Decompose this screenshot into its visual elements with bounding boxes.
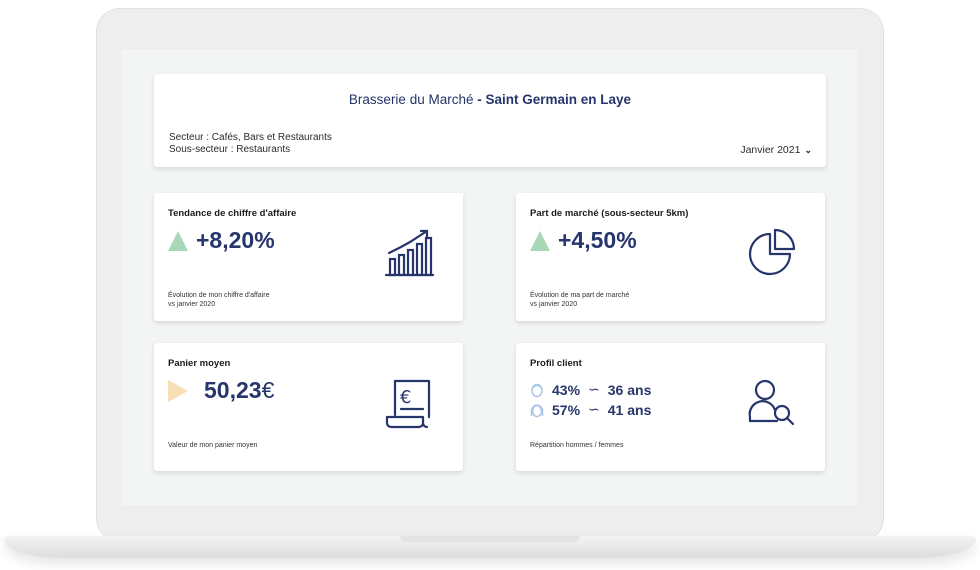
- trend-flat-icon: [168, 379, 188, 402]
- value-text: 50,23€: [204, 377, 274, 404]
- chevron-down-icon: ⌄: [804, 144, 812, 155]
- revenue-trend-card[interactable]: Tendance de chiffre d'affaire +8,20% Évo…: [154, 193, 463, 321]
- pie-chart-icon: [748, 228, 796, 276]
- approx-symbol: ∽: [588, 401, 600, 417]
- card-note: Évolution de mon chiffre d'affaire vs ja…: [168, 291, 269, 309]
- value-text: +4,50%: [558, 227, 637, 253]
- card-title: Tendance de chiffre d'affaire: [168, 208, 297, 219]
- note-line: Évolution de mon chiffre d'affaire: [168, 292, 270, 299]
- venue-location: - Saint Germain en Laye: [477, 92, 632, 107]
- currency-symbol: €: [261, 377, 275, 403]
- women-percentage: 57%: [552, 401, 581, 418]
- user-search-icon: [748, 379, 795, 426]
- profile-row-men: 43% ∽ 36 ans: [530, 381, 651, 398]
- trend-up-icon: [168, 230, 188, 251]
- value-text: +8,20%: [196, 227, 275, 253]
- header-card: Brasserie du Marché - Saint Germain en L…: [154, 74, 826, 167]
- laptop-notch: [400, 536, 580, 542]
- sector-info: Secteur : Cafés, Bars et Restaurants Sou…: [169, 132, 332, 156]
- revenue-trend-value: +8,20%: [168, 227, 275, 254]
- card-note: Valeur de mon panier moyen: [168, 442, 258, 449]
- svg-text:€: €: [400, 387, 411, 408]
- page-title: Brasserie du Marché - Saint Germain en L…: [154, 92, 826, 107]
- average-basket-card[interactable]: Panier moyen 50,23€ Valeur de mon panier…: [154, 343, 463, 471]
- card-title: Panier moyen: [168, 358, 231, 369]
- market-share-value: +4,50%: [530, 227, 637, 254]
- men-age: 36 ans: [607, 381, 652, 398]
- note-line: Évolution de ma part de marché: [530, 292, 630, 299]
- profile-row-women: 57% ∽ 41 ans: [530, 401, 651, 418]
- growth-bar-chart-icon: [384, 229, 435, 277]
- customer-profile-card[interactable]: Profil client 43% ∽ 36 ans 57% ∽ 41 ans …: [516, 343, 825, 471]
- venue-name: Brasserie du Marché: [348, 92, 474, 107]
- note-line: vs janvier 2020: [530, 301, 578, 308]
- card-title: Profil client: [530, 358, 582, 369]
- euro-receipt-icon: €: [385, 379, 431, 429]
- card-note: Évolution de ma part de marché vs janvie…: [530, 291, 629, 309]
- subsector-label: Sous-secteur : Restaurants: [169, 144, 291, 155]
- trend-up-icon: [530, 230, 550, 251]
- basket-amount: 50,23: [204, 377, 262, 403]
- card-title: Part de marché (sous-secteur 5km): [530, 208, 689, 219]
- man-face-icon: [531, 383, 543, 397]
- women-age: 41 ans: [607, 401, 652, 418]
- sector-label: Secteur : Cafés, Bars et Restaurants: [169, 132, 332, 143]
- men-percentage: 43%: [552, 381, 581, 398]
- period-dropdown[interactable]: Janvier 2021 ⌄: [740, 144, 812, 156]
- approx-symbol: ∽: [588, 381, 600, 397]
- average-basket-value: 50,23€: [168, 377, 274, 404]
- card-note: Répartition hommes / femmes: [530, 442, 624, 449]
- period-value: Janvier 2021: [740, 144, 801, 156]
- note-line: vs janvier 2020: [168, 301, 216, 308]
- market-share-card[interactable]: Part de marché (sous-secteur 5km) +4,50%…: [516, 193, 825, 321]
- woman-face-icon: [530, 403, 544, 417]
